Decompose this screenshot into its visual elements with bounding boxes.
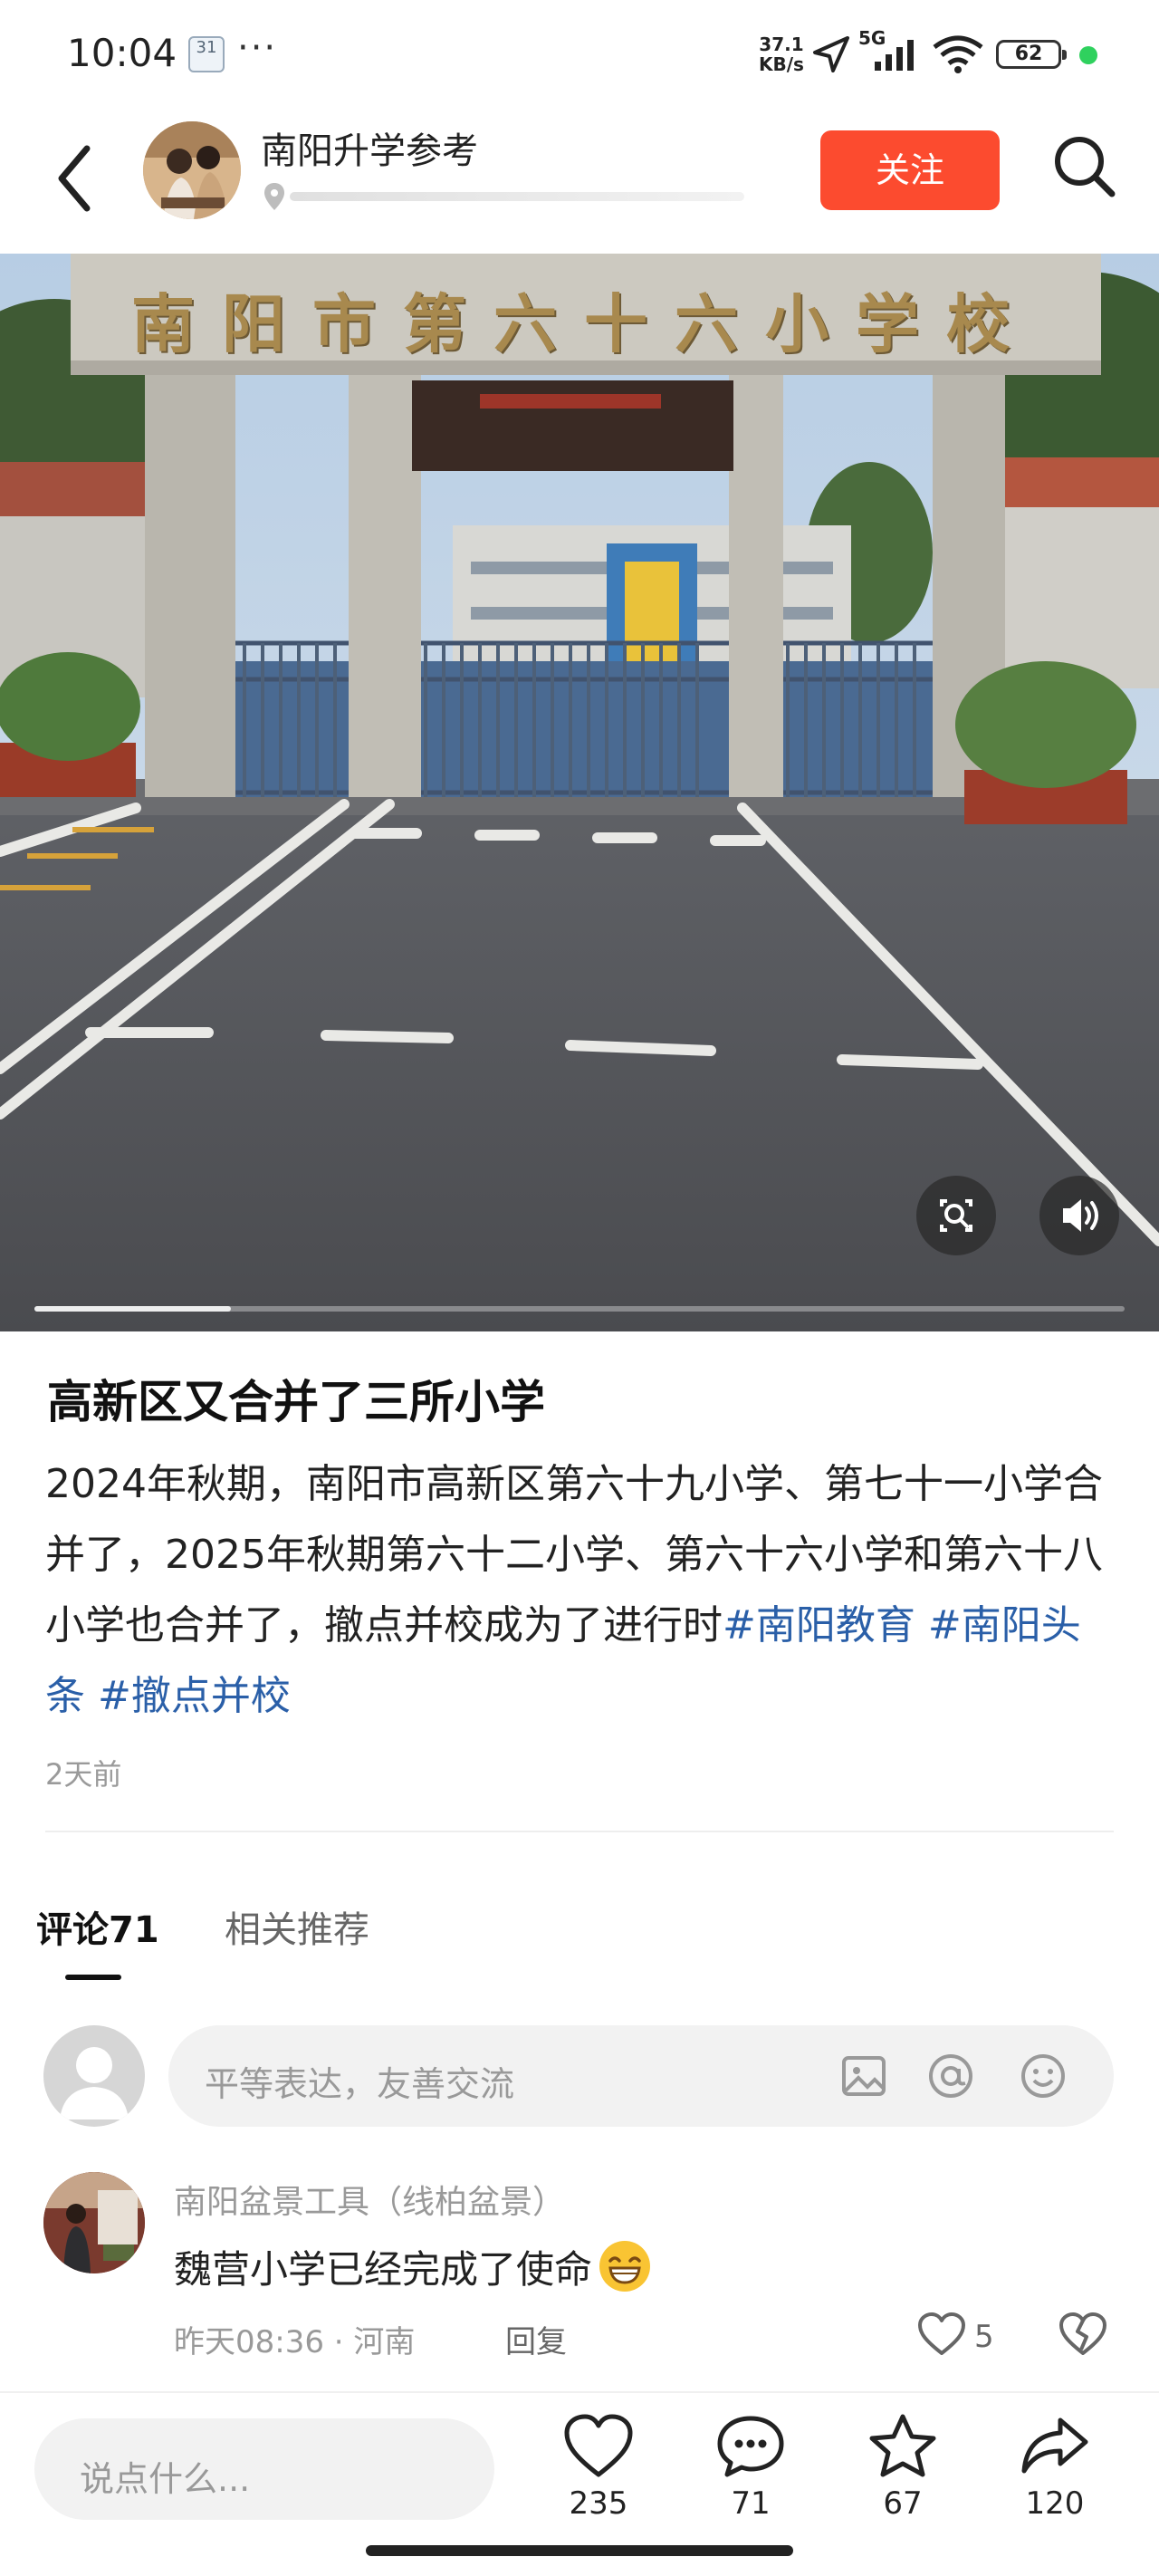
speaker-icon — [1063, 1199, 1098, 1232]
share-arrow-icon — [1021, 2417, 1088, 2474]
default-user-icon — [60, 2047, 129, 2119]
post-image[interactable]: 南阳市第六十六小学校 — [0, 254, 1159, 1331]
commenter-name[interactable]: 南阳盆景工具（线柏盆景） — [174, 2176, 565, 2223]
account-name[interactable]: 南阳升学参考 — [261, 121, 478, 174]
comment-count: 71 — [731, 2485, 771, 2522]
like-count: 235 — [569, 2485, 628, 2522]
hashtag-link[interactable]: #南阳教育 — [723, 1602, 915, 1648]
calendar-icon: 31 — [188, 36, 225, 72]
meta-separator: · — [333, 2324, 344, 2360]
account-avatar[interactable] — [143, 121, 241, 219]
location-arrow-icon — [813, 36, 849, 72]
back-button[interactable] — [51, 138, 105, 219]
star-icon — [869, 2414, 936, 2477]
comment-like-count: 5 — [974, 2319, 994, 2355]
media-progress-bar[interactable] — [34, 1306, 1125, 1312]
speech-bubble-icon — [717, 2416, 784, 2477]
image-search-button[interactable] — [916, 1176, 996, 1255]
emoji-icon[interactable] — [1018, 2051, 1068, 2101]
reply-button[interactable]: 回复 — [505, 2317, 567, 2361]
privacy-indicator-dot — [1079, 46, 1097, 64]
broken-heart-icon[interactable] — [1058, 2312, 1108, 2359]
comment-input-placeholder: 平等表达，友善交流 — [205, 2064, 515, 2104]
follow-button[interactable]: 关注 — [820, 130, 1000, 210]
comment-text: 魏营小学已经完成了使命 — [174, 2237, 654, 2295]
tab-related[interactable]: 相关推荐 — [225, 1900, 369, 1953]
comment-location: 河南 — [353, 2324, 416, 2360]
comment-time: 昨天08:36 — [174, 2324, 324, 2360]
clock: 10:04 — [67, 31, 177, 75]
signal-icon — [875, 40, 914, 71]
more-notifications-icon: ··· — [237, 27, 278, 69]
post-title: 高新区又合并了三所小学 — [47, 1376, 545, 1428]
my-avatar — [43, 2025, 145, 2127]
home-indicator[interactable] — [366, 2545, 793, 2556]
location-pin-icon — [264, 183, 284, 210]
media-progress-fill — [34, 1306, 231, 1312]
location-placeholder-bar — [290, 192, 744, 201]
divider — [45, 1831, 1114, 1832]
hashtag-link[interactable]: #撤点并校 — [98, 1673, 291, 1719]
comment-button[interactable]: 71 — [692, 2413, 809, 2549]
share-button[interactable]: 120 — [996, 2413, 1114, 2549]
post-body: 2024年秋期，南阳市高新区第六十九小学、第七十一小学合并了，2025年秋期第六… — [45, 1449, 1114, 1732]
commenter-avatar[interactable] — [43, 2172, 145, 2273]
tab-active-indicator — [65, 1975, 121, 1980]
comment-input[interactable]: 平等表达，友善交流 — [168, 2025, 1114, 2127]
like-button[interactable]: 235 — [540, 2413, 657, 2549]
mention-icon[interactable] — [925, 2051, 976, 2101]
school-gate-photo — [0, 254, 1159, 1331]
school-sign-text: 南阳市第六十六小学校 — [131, 286, 1037, 361]
comment-meta: 昨天08:36 · 河南 — [174, 2317, 415, 2361]
say-something-placeholder: 说点什么... — [80, 2459, 251, 2499]
post-timestamp: 2天前 — [45, 1757, 122, 1792]
heart-icon[interactable] — [916, 2312, 967, 2359]
tab-comments[interactable]: 评论71 — [36, 1900, 159, 1953]
grin-emoji-icon — [599, 2241, 651, 2292]
favorite-button[interactable]: 67 — [844, 2413, 962, 2549]
network-speed: 37.1 KB/s — [759, 34, 804, 75]
say-something-input[interactable]: 说点什么... — [34, 2418, 494, 2520]
favorite-count: 67 — [883, 2485, 923, 2522]
header: 南阳升学参考 关注 — [0, 109, 1159, 254]
status-bar: 10:04 31 ··· 37.1 KB/s 5G 62 — [0, 0, 1159, 109]
wifi-icon — [933, 35, 983, 73]
scan-search-icon — [940, 1199, 972, 1232]
battery-indicator: 62 — [996, 40, 1067, 69]
share-count: 120 — [1025, 2485, 1085, 2522]
volume-button[interactable] — [1039, 1176, 1119, 1255]
image-icon[interactable] — [838, 2051, 889, 2101]
heart-icon — [564, 2414, 633, 2477]
search-icon[interactable] — [1049, 130, 1121, 203]
